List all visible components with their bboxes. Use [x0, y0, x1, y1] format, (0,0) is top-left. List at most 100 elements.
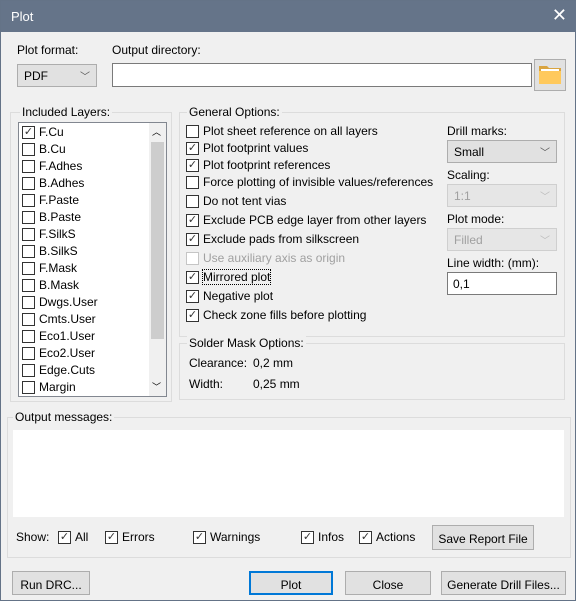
checkbox-unchecked-icon[interactable] — [186, 124, 199, 138]
close-icon[interactable]: ✕ — [552, 5, 567, 26]
layer-item[interactable]: Edge.Cuts — [22, 363, 95, 377]
checkbox-unchecked-icon[interactable] — [22, 380, 35, 394]
filter-infos-checkbox[interactable]: ✓ Infos — [301, 530, 344, 544]
checkbox-label: Plot footprint values — [203, 141, 309, 155]
general-option[interactable]: ✓ Negative plot — [186, 289, 273, 303]
layer-item[interactable]: F.SilkS — [22, 227, 76, 241]
filter-all-checkbox[interactable]: ✓ All — [58, 530, 88, 544]
save-report-button[interactable]: Save Report File — [432, 525, 534, 550]
layer-item[interactable]: Cmts.User — [22, 312, 96, 326]
layer-item[interactable]: Eco2.User — [22, 346, 95, 360]
checkbox-label: Exclude pads from silkscreen — [203, 232, 360, 246]
general-option[interactable]: ✓ Plot footprint references — [186, 158, 330, 172]
checkbox-label: Plot footprint references — [203, 158, 331, 172]
layer-item[interactable]: Margin — [22, 380, 76, 394]
checkbox-label: B.Paste — [39, 210, 82, 224]
layer-item[interactable]: Eco1.User — [22, 329, 95, 343]
window-title: Plot — [11, 9, 34, 24]
checkbox-unchecked-icon[interactable] — [22, 278, 35, 292]
chevron-down-icon: ﹀ — [540, 148, 550, 159]
checkbox-unchecked-icon[interactable] — [22, 210, 35, 224]
general-option[interactable]: ✓ Check zone fills before plotting — [186, 308, 366, 322]
general-options-label: General Options: — [187, 105, 282, 119]
line-width-input[interactable]: 0,1 — [447, 272, 557, 295]
clearance-label: Clearance: — [189, 356, 248, 370]
checkbox-unchecked-icon[interactable] — [22, 142, 35, 156]
general-option[interactable]: Do not tent vias — [186, 194, 286, 208]
general-option[interactable]: Force plotting of invisible values/refer… — [186, 175, 433, 189]
checkbox-unchecked-icon[interactable] — [22, 312, 35, 326]
layer-item[interactable]: F.Paste — [22, 193, 79, 207]
checkbox-label: Cmts.User — [39, 312, 96, 326]
general-option[interactable]: Plot sheet reference on all layers — [186, 124, 378, 138]
layer-item[interactable]: F.Adhes — [22, 159, 82, 173]
checkbox-unchecked-icon[interactable] — [22, 159, 35, 173]
checkbox-unchecked-icon[interactable] — [22, 261, 35, 275]
checkbox-checked-icon[interactable]: ✓ — [186, 270, 199, 284]
checkbox-unchecked-icon[interactable] — [22, 193, 35, 207]
checkbox-label: Force plotting of invisible values/refer… — [203, 175, 434, 189]
checkbox-checked-icon[interactable]: ✓ — [186, 289, 199, 303]
checkbox-unchecked-icon[interactable] — [22, 295, 35, 309]
output-messages-area[interactable] — [13, 430, 564, 517]
checkbox-unchecked-icon[interactable] — [186, 175, 199, 189]
checkbox-label: Use auxiliary axis as origin — [203, 251, 346, 265]
checkbox-unchecked-icon[interactable] — [22, 244, 35, 258]
checkbox-checked-icon[interactable]: ✓ — [301, 530, 314, 544]
checkbox-unchecked-icon[interactable] — [22, 227, 35, 241]
filter-warnings-checkbox[interactable]: ✓ Warnings — [193, 530, 260, 544]
output-directory-input[interactable] — [112, 63, 532, 87]
layer-item[interactable]: B.Paste — [22, 210, 81, 224]
layer-item[interactable]: Dwgs.User — [22, 295, 98, 309]
layer-item[interactable]: B.SilkS — [22, 244, 78, 258]
filter-errors-checkbox[interactable]: ✓ Errors — [105, 530, 155, 544]
checkbox-checked-icon[interactable]: ✓ — [186, 308, 199, 322]
layer-item[interactable]: B.Adhes — [22, 176, 84, 190]
checkbox-checked-icon[interactable]: ✓ — [186, 141, 199, 155]
layer-item[interactable]: F.Mask — [22, 261, 77, 275]
checkbox-checked-icon[interactable]: ✓ — [22, 125, 35, 139]
checkbox-checked-icon[interactable]: ✓ — [58, 530, 71, 544]
checkbox-checked-icon[interactable]: ✓ — [186, 213, 199, 227]
layer-item[interactable]: B.Cu — [22, 142, 66, 156]
checkbox-checked-icon[interactable]: ✓ — [359, 530, 372, 544]
generate-drill-files-button[interactable]: Generate Drill Files... — [441, 571, 566, 595]
layer-item[interactable]: B.Mask — [22, 278, 79, 292]
layer-item[interactable]: ✓ F.Cu — [22, 125, 64, 139]
filter-actions-checkbox[interactable]: ✓ Actions — [359, 530, 415, 544]
layers-list[interactable]: ✓ F.Cu B.Cu F.Adhes B.Adhes F.Paste B.Paste F.S… — [18, 122, 167, 397]
layers-scrollbar[interactable]: ︿ ﹀ — [149, 123, 166, 396]
run-drc-button[interactable]: Run DRC... — [12, 571, 90, 595]
browse-button[interactable] — [534, 59, 566, 91]
checkbox-label: All — [75, 530, 89, 544]
general-option[interactable]: ✓ Exclude pads from silkscreen — [186, 232, 359, 246]
checkbox-label: B.Adhes — [39, 176, 85, 190]
drill-marks-value: Small — [454, 145, 485, 159]
plot-format-value: PDF — [24, 69, 48, 83]
scrollbar-thumb[interactable] — [151, 142, 164, 339]
chevron-down-icon: ﹀ — [80, 72, 90, 83]
checkbox-unchecked-icon[interactable] — [22, 363, 35, 377]
general-option[interactable]: ✓ Mirrored plot — [186, 269, 272, 285]
checkbox-label: F.Mask — [39, 261, 78, 275]
checkbox-unchecked-icon[interactable] — [186, 194, 199, 208]
checkbox-checked-icon[interactable]: ✓ — [105, 530, 118, 544]
general-option[interactable]: ✓ Exclude PCB edge layer from other layer… — [186, 213, 426, 227]
checkbox-unchecked-icon[interactable] — [22, 176, 35, 190]
checkbox-checked-icon[interactable]: ✓ — [186, 158, 199, 172]
plot-mode-value: Filled — [454, 233, 483, 247]
checkbox-unchecked-icon[interactable] — [186, 251, 199, 265]
checkbox-checked-icon[interactable]: ✓ — [193, 530, 206, 544]
scroll-down-icon[interactable]: ﹀ — [152, 380, 161, 393]
checkbox-checked-icon[interactable]: ✓ — [186, 232, 199, 246]
scroll-up-icon[interactable]: ︿ — [152, 125, 161, 138]
close-button[interactable]: Close — [345, 571, 431, 595]
general-option[interactable]: ✓ Plot footprint values — [186, 141, 308, 155]
plot-format-select[interactable]: PDF ﹀ — [17, 64, 97, 87]
plot-button[interactable]: Plot — [249, 571, 333, 595]
checkbox-unchecked-icon[interactable] — [22, 329, 35, 343]
checkbox-unchecked-icon[interactable] — [22, 346, 35, 360]
drill-marks-select[interactable]: Small ﹀ — [447, 140, 557, 163]
checkbox-label: Exclude PCB edge layer from other layers — [203, 213, 427, 227]
checkbox-label: Plot sheet reference on all layers — [203, 124, 378, 138]
